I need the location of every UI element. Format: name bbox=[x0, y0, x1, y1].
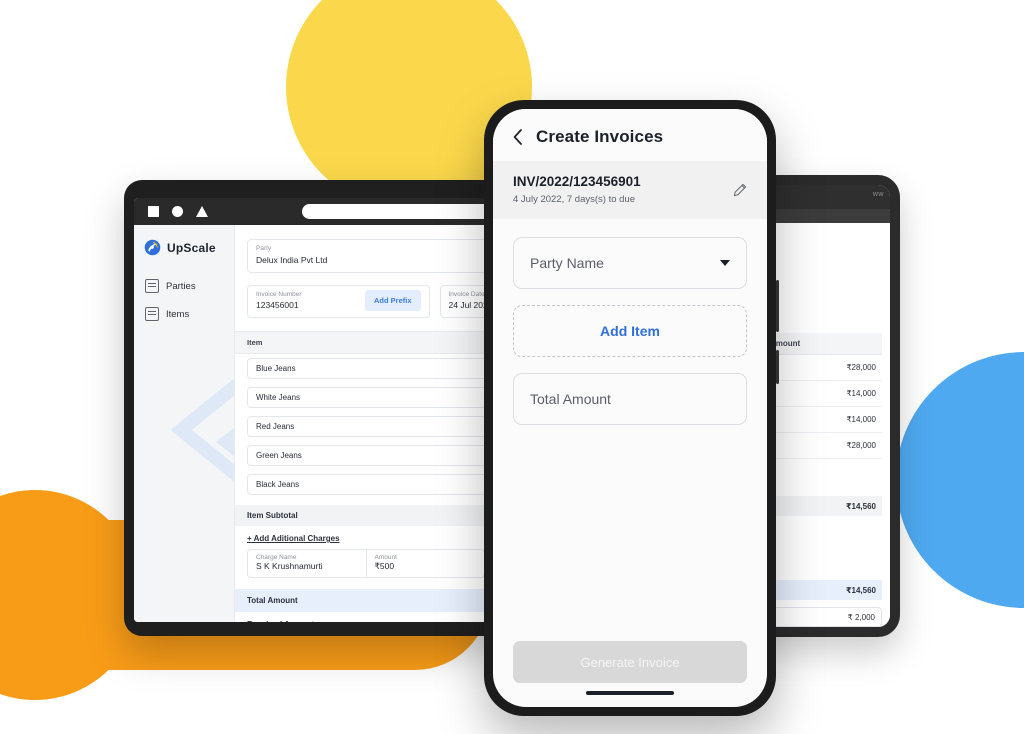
amount-value: ₹28,000 bbox=[846, 441, 876, 450]
amount-value: ₹14,000 bbox=[846, 389, 876, 398]
phone-screen: Create Invoices INV/2022/123456901 4 Jul… bbox=[493, 109, 767, 707]
phone-app-bar: Create Invoices bbox=[493, 109, 767, 161]
tablet-subtotal-value: ₹14,560 bbox=[762, 496, 882, 516]
charge-name-value: S K Krushnamurti bbox=[256, 561, 323, 571]
circle-shape-icon[interactable] bbox=[172, 206, 183, 217]
upscale-logo-icon bbox=[144, 239, 161, 256]
brand: UpScale bbox=[134, 239, 234, 256]
charge-name-label: Charge Name bbox=[256, 554, 297, 561]
tablet-total-value: ₹14,560 bbox=[762, 580, 882, 600]
phone-form: Party Name Add Item Total Amount bbox=[493, 219, 767, 641]
square-shape-icon[interactable] bbox=[148, 206, 159, 217]
brand-name: UpScale bbox=[167, 240, 216, 255]
table-row-empty bbox=[762, 459, 882, 484]
charge-amount-label: Amount bbox=[374, 554, 397, 561]
generate-invoice-button[interactable]: Generate Invoice bbox=[513, 641, 747, 683]
invoice-summary-text: INV/2022/123456901 4 July 2022, 7 days(s… bbox=[513, 172, 641, 207]
chevron-left-icon[interactable] bbox=[513, 129, 522, 145]
party-name-select[interactable]: Party Name bbox=[513, 237, 747, 290]
phone-power-button bbox=[776, 350, 779, 384]
amount-value: ₹14,000 bbox=[846, 415, 876, 424]
page-title: Create Invoices bbox=[536, 127, 664, 146]
items-icon bbox=[145, 307, 159, 321]
charge-fields: Charge Name S K Krushnamurti Amount ₹500 bbox=[247, 549, 485, 578]
charge-amount-value: ₹500 bbox=[374, 561, 395, 571]
table-row: ₹14,000 bbox=[762, 381, 882, 407]
home-indicator bbox=[586, 691, 674, 695]
tablet-amount-header: Amount bbox=[762, 333, 882, 355]
blue-circle-decoration bbox=[896, 352, 1024, 608]
generate-invoice-label: Generate Invoice bbox=[580, 654, 680, 670]
invoice-number-field[interactable]: Invoice Number 123456001 Add Prefix bbox=[247, 284, 430, 318]
invoice-number: INV/2022/123456901 bbox=[513, 174, 641, 189]
upscale-watermark-icon bbox=[170, 378, 234, 482]
pencil-icon[interactable] bbox=[733, 183, 747, 197]
invoice-number-value: 123456001 bbox=[256, 300, 299, 311]
invoice-due-text: 4 July 2022, 7 days(s) to due bbox=[513, 194, 635, 206]
table-row: ₹14,000 bbox=[762, 407, 882, 433]
amount-value: ₹28,000 bbox=[846, 363, 876, 372]
table-row: ₹28,000 bbox=[762, 355, 882, 381]
charge-amount-field[interactable]: Amount ₹500 bbox=[365, 550, 485, 577]
total-amount-input[interactable]: Total Amount bbox=[513, 373, 747, 426]
poster-stage: ww Amount ₹28,000 ₹14,000 ₹14,000 ₹28,00… bbox=[0, 0, 1024, 734]
invoice-number-label: Invoice Number bbox=[256, 290, 302, 298]
tablet-received-value[interactable]: ₹ 2,000 bbox=[762, 607, 882, 627]
phone-device: Create Invoices INV/2022/123456901 4 Jul… bbox=[484, 100, 779, 716]
party-name-placeholder: Party Name bbox=[530, 255, 604, 272]
total-amount-placeholder: Total Amount bbox=[530, 391, 611, 408]
add-prefix-button[interactable]: Add Prefix bbox=[364, 290, 421, 312]
table-row: ₹28,000 bbox=[762, 433, 882, 459]
charge-name-field[interactable]: Charge Name S K Krushnamurti bbox=[248, 550, 366, 577]
sidebar: UpScale Parties Items bbox=[134, 225, 235, 622]
sidebar-item-items[interactable]: Items bbox=[134, 300, 234, 328]
sidebar-item-label: Parties bbox=[166, 280, 196, 292]
tablet-url-text: ww bbox=[872, 191, 884, 198]
triangle-shape-icon[interactable] bbox=[196, 206, 208, 217]
tablet-amount-column: Amount ₹28,000 ₹14,000 ₹14,000 ₹28,000 ₹… bbox=[762, 333, 882, 627]
sidebar-item-parties[interactable]: Parties bbox=[134, 272, 234, 300]
sidebar-item-label: Items bbox=[166, 308, 190, 320]
parties-icon bbox=[145, 279, 159, 293]
add-item-label: Add Item bbox=[600, 323, 660, 340]
phone-volume-button bbox=[776, 280, 779, 332]
invoice-summary-bar: INV/2022/123456901 4 July 2022, 7 days(s… bbox=[493, 161, 767, 220]
add-item-button[interactable]: Add Item bbox=[513, 305, 747, 358]
phone-footer: Generate Invoice bbox=[493, 641, 767, 707]
chevron-down-icon bbox=[720, 260, 730, 267]
